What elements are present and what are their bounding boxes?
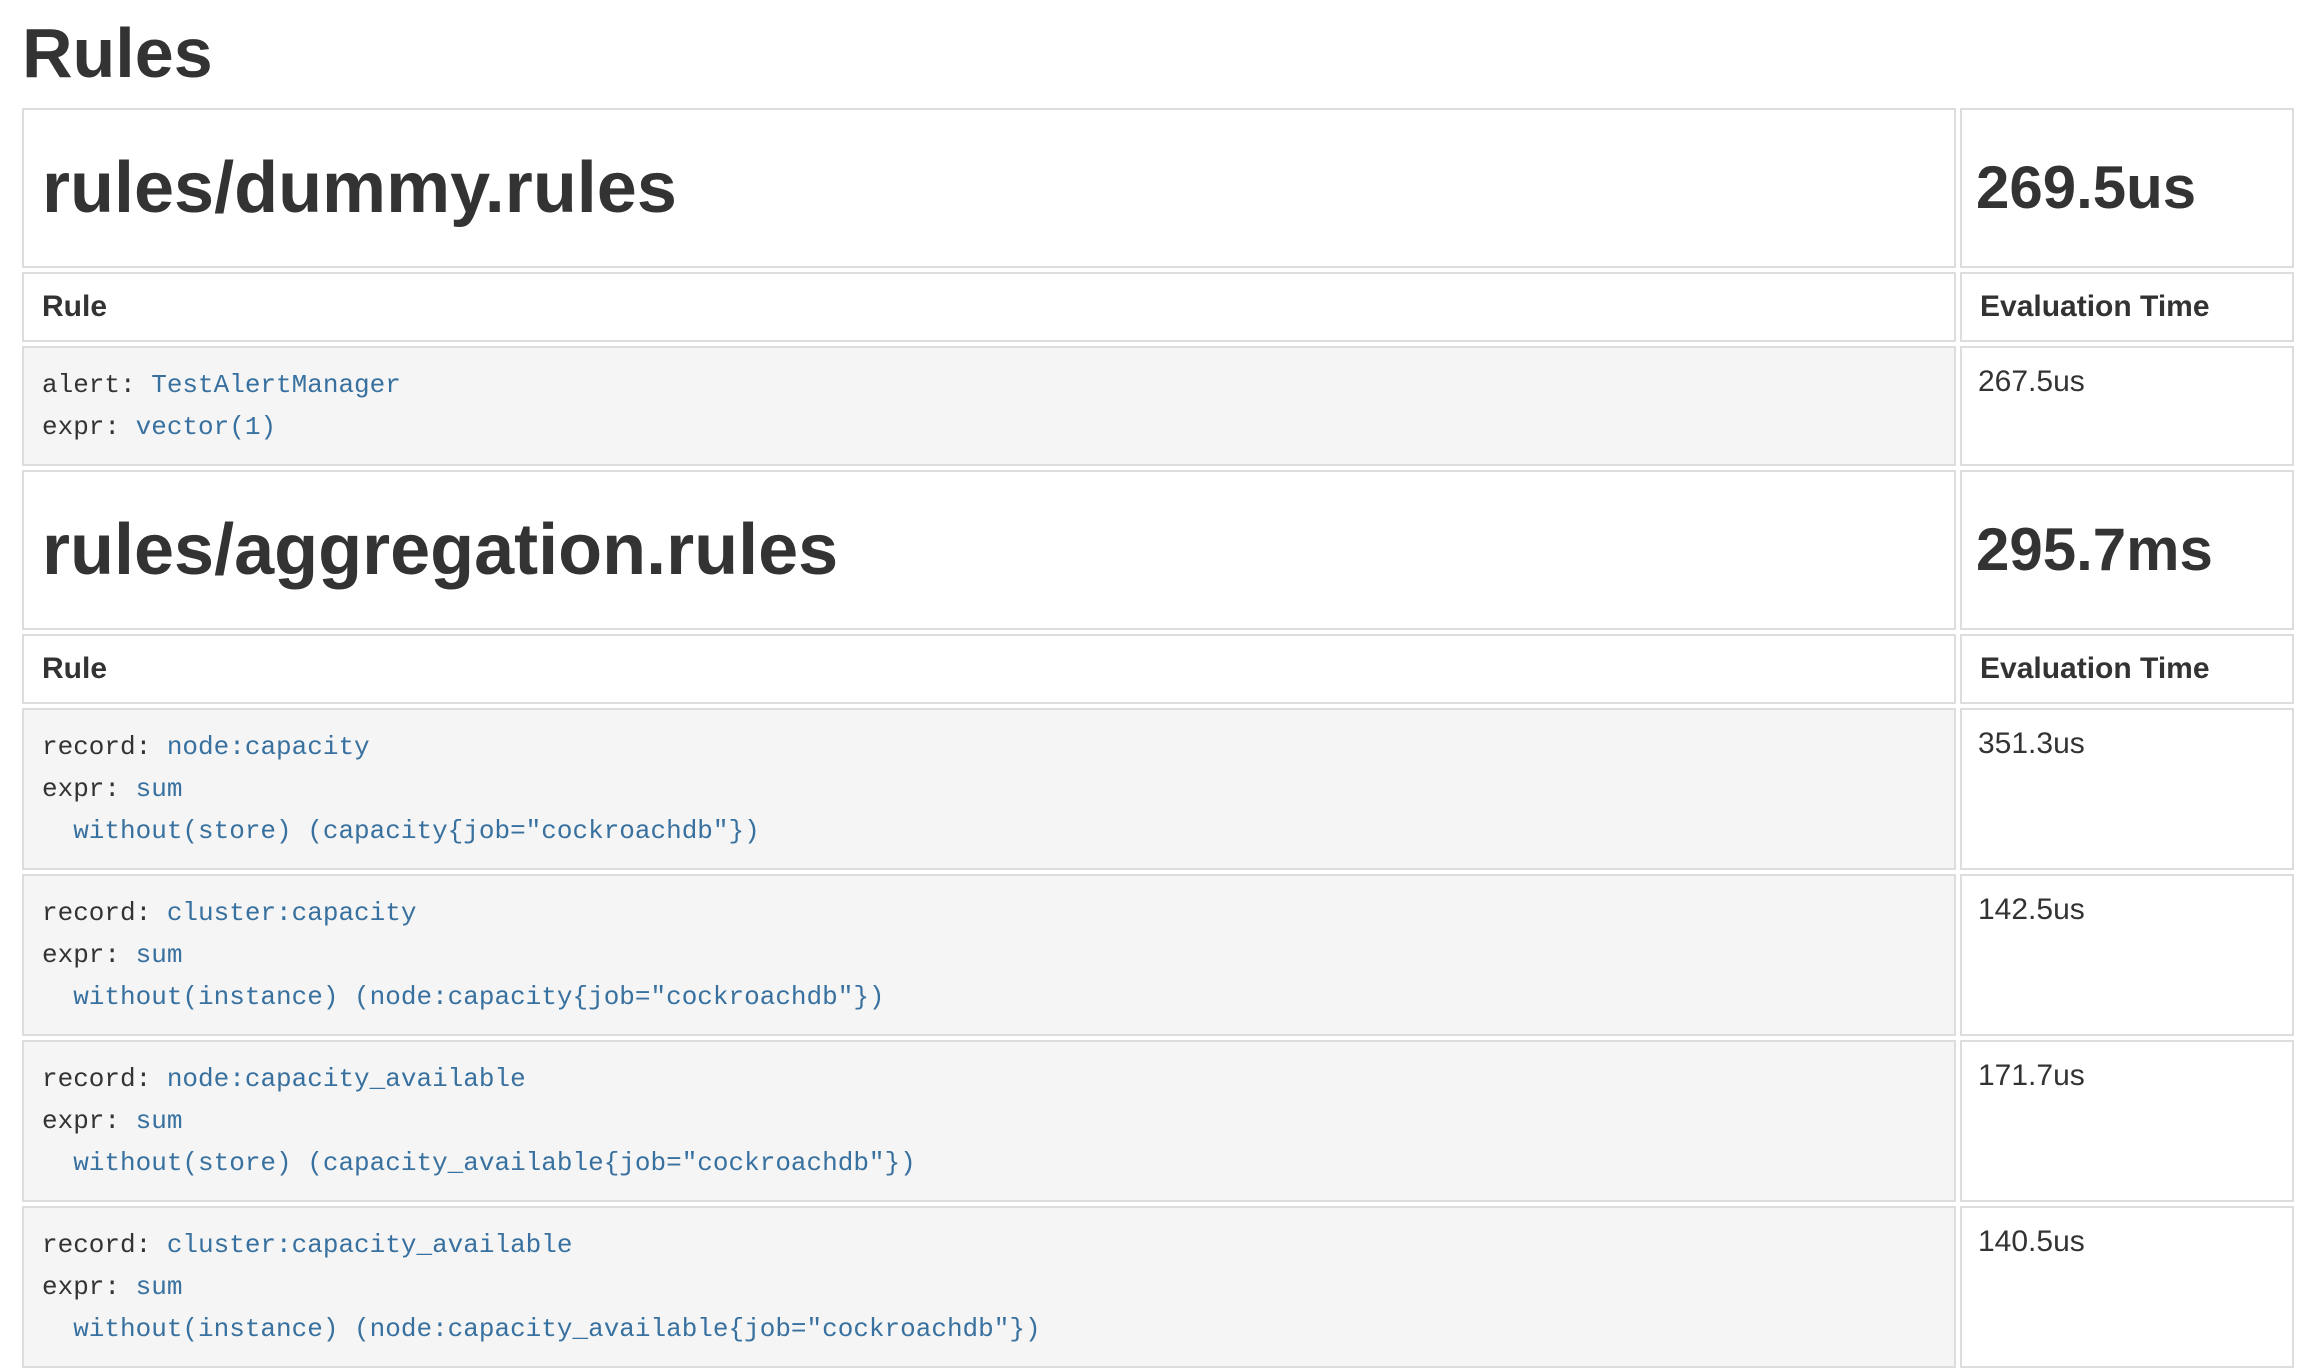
rule-evaluation-time: 351.3us	[1960, 708, 2294, 870]
rule-definition-cell: record: node:capacity_available expr: su…	[22, 1040, 1956, 1202]
rule-group-header-row: rules/dummy.rules 269.5us	[22, 108, 2294, 268]
rule-definition-code: record: cluster:capacity_available expr:…	[42, 1224, 1936, 1350]
page-title: Rules	[22, 14, 2298, 92]
rule-code-keyword: expr:	[42, 412, 136, 442]
rule-code-link[interactable]: vector(1)	[136, 412, 276, 442]
rule-evaluation-time: 267.5us	[1960, 346, 2294, 466]
rule-group-header-row: rules/aggregation.rules 295.7ms	[22, 470, 2294, 630]
column-header-evaluation-time: Evaluation Time	[1960, 272, 2294, 342]
rule-definition-code: record: node:capacity expr: sum without(…	[42, 726, 1936, 852]
rule-group-file: rules/aggregation.rules	[42, 510, 1936, 590]
rule-code-link[interactable]: sum	[136, 774, 183, 804]
rule-group-file-cell: rules/aggregation.rules	[22, 470, 1956, 630]
rule-evaluation-time: 171.7us	[1960, 1040, 2294, 1202]
column-header-evaluation-time: Evaluation Time	[1960, 634, 2294, 704]
rule-row: record: node:capacity expr: sum without(…	[22, 708, 2294, 870]
rule-code-link[interactable]: TestAlertManager	[151, 370, 401, 400]
rule-definition-cell: record: node:capacity expr: sum without(…	[22, 708, 1956, 870]
column-header-row: RuleEvaluation Time	[22, 634, 2294, 704]
rule-code-link[interactable]: without(instance) (node:capacity_availab…	[42, 1314, 1041, 1344]
rule-code-keyword: expr:	[42, 1106, 136, 1136]
rule-code-keyword: alert:	[42, 370, 151, 400]
column-header-rule: Rule	[22, 272, 1956, 342]
rule-definition-cell: alert: TestAlertManager expr: vector(1)	[22, 346, 1956, 466]
rule-group-file-cell: rules/dummy.rules	[22, 108, 1956, 268]
rule-group-evaluation-time: 295.7ms	[1960, 470, 2294, 630]
rule-row: record: node:capacity_available expr: su…	[22, 1040, 2294, 1202]
rule-code-link[interactable]: without(store) (capacity{job="cockroachd…	[42, 816, 760, 846]
rule-definition-code: record: cluster:capacity expr: sum witho…	[42, 892, 1936, 1018]
rule-code-keyword: expr:	[42, 940, 136, 970]
rule-code-link[interactable]: without(instance) (node:capacity{job="co…	[42, 982, 885, 1012]
rule-code-keyword: expr:	[42, 774, 136, 804]
rule-evaluation-time: 142.5us	[1960, 874, 2294, 1036]
rule-row: record: cluster:capacity expr: sum witho…	[22, 874, 2294, 1036]
rule-evaluation-time: 140.5us	[1960, 1206, 2294, 1368]
rule-code-link[interactable]: node:capacity_available	[167, 1064, 526, 1094]
column-header-rule: Rule	[22, 634, 1956, 704]
rule-code-link[interactable]: cluster:capacity_available	[167, 1230, 573, 1260]
rule-code-link[interactable]: cluster:capacity	[167, 898, 417, 928]
rule-row: record: cluster:capacity_available expr:…	[22, 1206, 2294, 1368]
rule-group-file: rules/dummy.rules	[42, 148, 1936, 228]
rule-row: alert: TestAlertManager expr: vector(1) 2…	[22, 346, 2294, 466]
rules-table-body: rules/dummy.rules269.5usRuleEvaluation T…	[22, 108, 2294, 1368]
rule-definition-code: alert: TestAlertManager expr: vector(1)	[42, 364, 1936, 448]
rule-definition-cell: record: cluster:capacity expr: sum witho…	[22, 874, 1956, 1036]
rule-code-link[interactable]: sum	[136, 1272, 183, 1302]
rule-code-keyword: record:	[42, 898, 167, 928]
rule-code-link[interactable]: sum	[136, 1106, 183, 1136]
rule-code-link[interactable]: node:capacity	[167, 732, 370, 762]
rule-group-evaluation-time: 269.5us	[1960, 108, 2294, 268]
rule-code-keyword: record:	[42, 1064, 167, 1094]
column-header-row: RuleEvaluation Time	[22, 272, 2294, 342]
rule-code-keyword: expr:	[42, 1272, 136, 1302]
rule-code-link[interactable]: sum	[136, 940, 183, 970]
rule-definition-code: record: node:capacity_available expr: su…	[42, 1058, 1936, 1184]
rules-table: rules/dummy.rules269.5usRuleEvaluation T…	[18, 104, 2298, 1372]
rule-code-link[interactable]: without(store) (capacity_available{job="…	[42, 1148, 916, 1178]
rule-code-keyword: record:	[42, 1230, 167, 1260]
rule-code-keyword: record:	[42, 732, 167, 762]
rule-definition-cell: record: cluster:capacity_available expr:…	[22, 1206, 1956, 1368]
